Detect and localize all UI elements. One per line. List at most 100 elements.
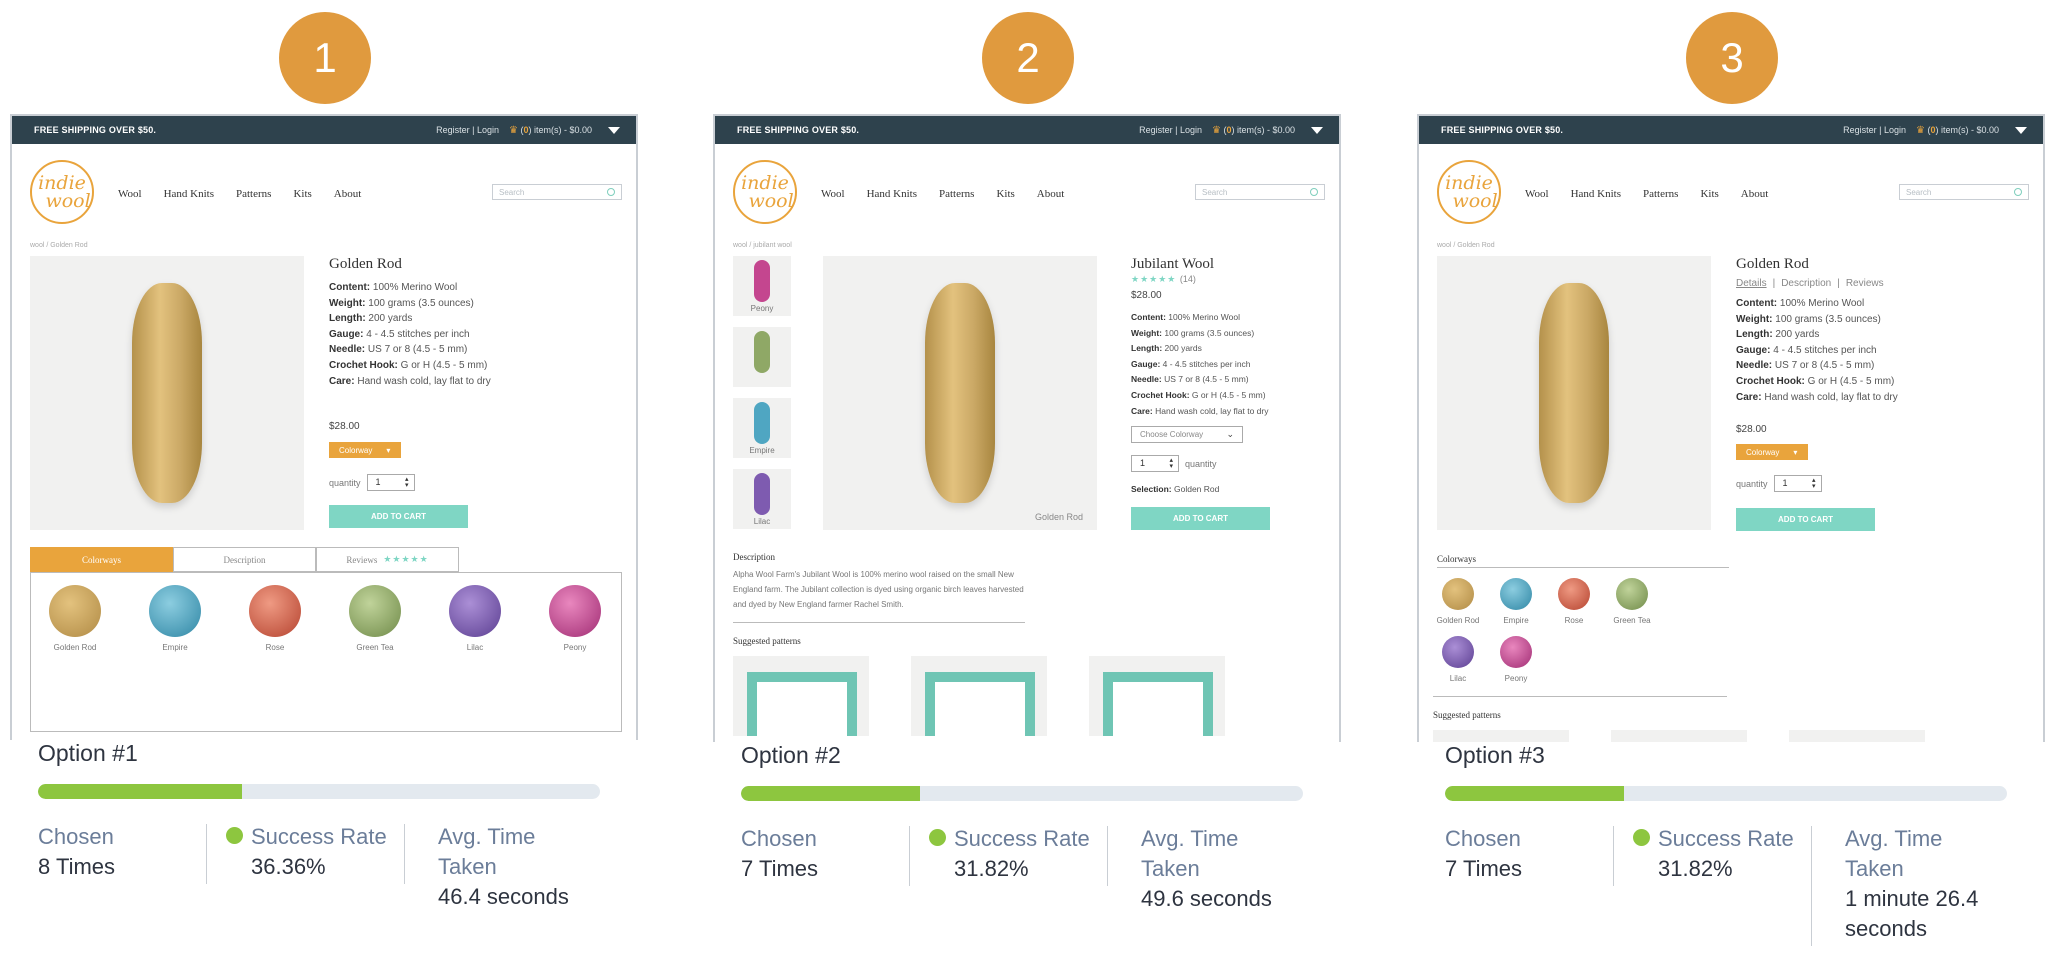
tab-colorways[interactable]: Colorways	[30, 547, 173, 572]
nav-item[interactable]: Kits	[293, 188, 311, 200]
cart-link[interactable]: ♛ (0) item(s) - $0.00	[1212, 125, 1295, 136]
swatch-empire[interactable]: Empire	[1491, 578, 1541, 625]
swatch-green-tea[interactable]: Green Tea	[335, 585, 415, 652]
breadcrumb[interactable]: wool / jubilant wool	[733, 242, 792, 249]
thumbnail-green-tea[interactable]	[733, 327, 791, 387]
quantity-stepper[interactable]: 1 ▴ ▾	[366, 474, 415, 491]
thumbnail-lilac[interactable]: Lilac	[733, 469, 791, 529]
colorway-dropdown[interactable]: Colorway ▾	[329, 442, 401, 458]
option-title: Option #1	[38, 740, 138, 766]
quantity-stepper[interactable]: 1 ▴ ▾	[1773, 475, 1822, 492]
add-to-cart-button[interactable]: ADD TO CART	[1736, 508, 1875, 531]
add-to-cart-button[interactable]: ADD TO CART	[1131, 507, 1270, 530]
pattern-card[interactable]	[1089, 656, 1225, 736]
swatch-peony[interactable]: Peony	[535, 585, 615, 652]
stepper-arrows-icon[interactable]: ▴ ▾	[1812, 477, 1816, 490]
search-icon[interactable]	[607, 188, 615, 196]
colorway-dropdown[interactable]: Colorway ▾	[1736, 444, 1808, 460]
register-login-link[interactable]: Register | Login	[1139, 125, 1202, 135]
register-login-link[interactable]: Register | Login	[1843, 125, 1906, 135]
tab-details[interactable]: Details	[1736, 278, 1767, 289]
breadcrumb[interactable]: wool / Golden Rod	[1437, 242, 1495, 249]
detail-tabs: Details | Description | Reviews	[1736, 278, 1884, 289]
avg-time-stat: Avg. Time Taken 1 minute 26.4 seconds	[1845, 826, 1979, 941]
register-login-link[interactable]: Register | Login	[436, 125, 499, 135]
product-specs: Content: 100% Merino Wool Weight: 100 gr…	[329, 282, 491, 387]
swatch-peony[interactable]: Peony	[1491, 636, 1541, 683]
site-header: indie wool Wool Hand Knits Patterns Kits…	[1419, 144, 2043, 242]
tab-description[interactable]: Description	[173, 547, 316, 572]
nav-item[interactable]: Wool	[118, 188, 142, 200]
swatch-golden-rod[interactable]: Golden Rod	[1433, 578, 1483, 625]
search-icon[interactable]	[1310, 188, 1318, 196]
search-input[interactable]: Search	[492, 184, 622, 200]
swatch-empire[interactable]: Empire	[135, 585, 215, 652]
rating-stars: ★★★★★	[383, 554, 429, 564]
chosen-stat: Chosen 7 Times	[1445, 826, 1523, 881]
nav-item[interactable]: Patterns	[1643, 188, 1678, 200]
option-number-badge: 1	[279, 12, 371, 104]
review-count: (14)	[1179, 274, 1196, 284]
chevron-down-icon[interactable]	[608, 126, 620, 134]
tab-reviews[interactable]: Reviews	[1846, 278, 1884, 289]
option-2-column: 2 FREE SHIPPING OVER $50. Register | Log…	[713, 0, 1343, 964]
nav-item[interactable]: About	[1037, 188, 1065, 200]
description-text: Alpha Wool Farm's Jubilant Wool is 100% …	[733, 570, 1024, 609]
nav-item[interactable]: Hand Knits	[164, 188, 214, 200]
swatch-green-tea[interactable]: Green Tea	[1607, 578, 1657, 625]
divider	[1437, 567, 1729, 568]
success-progress-bar	[1445, 786, 2007, 801]
top-bar: FREE SHIPPING OVER $50. Register | Login…	[1419, 116, 2043, 144]
nav-item[interactable]: Kits	[1700, 188, 1718, 200]
pattern-card[interactable]	[733, 656, 869, 736]
option-1-column: 1 FREE SHIPPING OVER $50. Register | Log…	[10, 0, 640, 962]
cart-link[interactable]: ♛ (0) item(s) - $0.00	[509, 125, 592, 136]
stepper-arrows-icon[interactable]: ▴ ▾	[405, 476, 409, 489]
caret-down-icon: ▾	[386, 445, 391, 455]
pattern-card[interactable]	[911, 656, 1047, 736]
colorways-heading: Colorways	[1437, 554, 1476, 564]
nav-item[interactable]: Hand Knits	[867, 188, 917, 200]
quantity-stepper[interactable]: 1 ▴ ▾	[1131, 455, 1179, 472]
add-to-cart-button[interactable]: ADD TO CART	[329, 505, 468, 528]
nav-item[interactable]: Wool	[1525, 188, 1549, 200]
chosen-stat: Chosen 7 Times	[741, 826, 819, 881]
search-icon[interactable]	[2014, 188, 2022, 196]
colorway-select[interactable]: Choose Colorway ⌄	[1131, 426, 1243, 443]
nav-item[interactable]: About	[334, 188, 362, 200]
product-specs: Content: 100% Merino Wool Weight: 100 gr…	[1131, 312, 1269, 416]
swatch-rose[interactable]: Rose	[1549, 578, 1599, 625]
nav-item[interactable]: Patterns	[939, 188, 974, 200]
chevron-down-icon[interactable]	[1311, 126, 1323, 134]
cart-link[interactable]: ♛ (0) item(s) - $0.00	[1916, 125, 1999, 136]
chevron-down-icon[interactable]	[2015, 126, 2027, 134]
thumbnail-empire[interactable]: Empire	[733, 398, 791, 458]
swatch-lilac[interactable]: Lilac	[1433, 636, 1483, 683]
nav-item[interactable]: Hand Knits	[1571, 188, 1621, 200]
indie-wool-logo[interactable]: indie wool	[733, 160, 797, 224]
indie-wool-logo[interactable]: indie wool	[1437, 160, 1501, 224]
tab-description[interactable]: Description	[1781, 278, 1831, 289]
basket-icon: ♛	[1211, 124, 1221, 136]
quantity-control: 1 ▴ ▾ quantity	[1131, 455, 1217, 472]
product-title: Golden Rod	[1736, 256, 1809, 272]
nav-item[interactable]: Patterns	[236, 188, 271, 200]
swatch-lilac[interactable]: Lilac	[435, 585, 515, 652]
stepper-arrows-icon[interactable]: ▴ ▾	[1169, 457, 1173, 470]
thumbnail-peony[interactable]: Peony	[733, 256, 791, 316]
swatch-golden-rod[interactable]: Golden Rod	[35, 585, 115, 652]
breadcrumb[interactable]: wool / Golden Rod	[30, 242, 88, 249]
main-nav: Wool Hand Knits Patterns Kits About	[118, 188, 361, 200]
nav-item[interactable]: Kits	[996, 188, 1014, 200]
product-title: Golden Rod	[329, 256, 402, 272]
search-input[interactable]: Search	[1195, 184, 1325, 200]
option-stats: Option #2 Chosen 7 Times Success Rate 31.8…	[713, 742, 1343, 964]
tab-reviews[interactable]: Reviews ★★★★★	[316, 547, 459, 572]
indie-wool-logo[interactable]: indie wool	[30, 160, 94, 224]
nav-item[interactable]: Wool	[821, 188, 845, 200]
swatch-rose[interactable]: Rose	[235, 585, 315, 652]
success-rate-stat: Success Rate 31.82%	[1633, 824, 1794, 884]
nav-item[interactable]: About	[1741, 188, 1769, 200]
search-input[interactable]: Search	[1899, 184, 2029, 200]
chevron-down-icon: ⌄	[1226, 429, 1234, 439]
